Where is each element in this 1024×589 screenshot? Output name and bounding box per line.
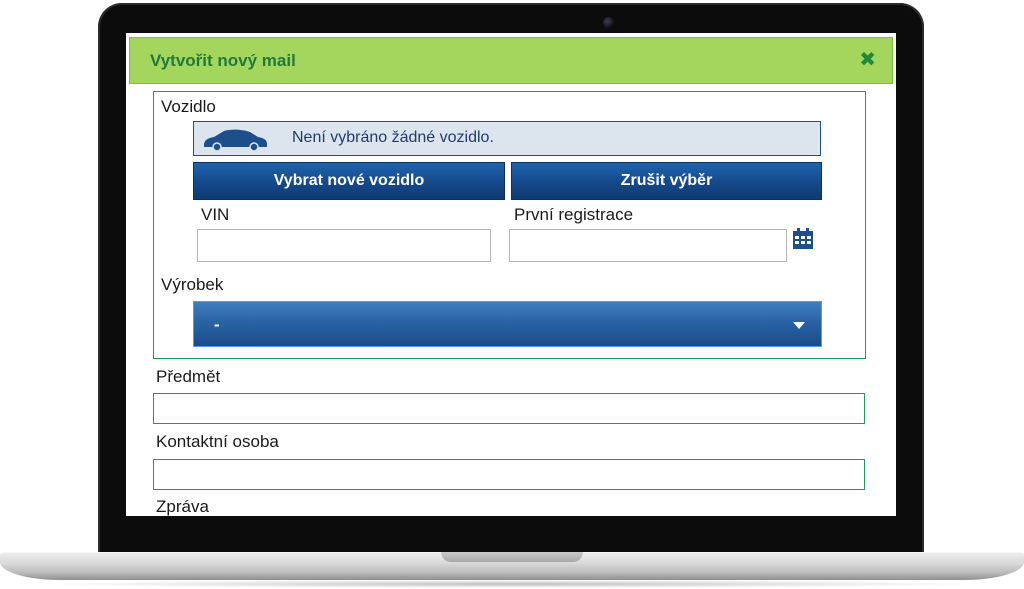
contact-person-label: Kontaktní osoba [156,432,279,451]
dialog-title: Vytvořit nový mail [150,51,296,70]
contact-person-input[interactable] [153,459,865,490]
close-icon[interactable]: ✖ [859,50,876,70]
product-selected-value: - [214,315,220,334]
select-new-vehicle-button[interactable]: Vybrat nové vozidlo [193,162,505,200]
dialog-header: Vytvořit nový mail ✖ [129,37,893,84]
vehicle-status-box: Není vybráno žádné vozidlo. [193,121,821,156]
first-registration-input[interactable] [509,229,787,262]
subject-input[interactable] [153,393,865,424]
chevron-down-icon [793,322,805,329]
first-registration-label: První registrace [514,205,634,224]
screen: Vytvořit nový mail ✖ Vozidlo Není vybrán… [126,33,896,516]
subject-label: Předmět [156,367,221,386]
laptop-shadow [40,580,984,588]
vehicle-status-text: Není vybráno žádné vozidlo. [292,129,494,146]
product-select[interactable]: - [193,301,822,347]
laptop-notch [441,552,583,562]
vin-input[interactable] [197,229,491,262]
vin-label: VIN [201,205,230,224]
product-label: Výrobek [161,275,224,294]
cancel-selection-button[interactable]: Zrušit výběr [511,162,822,200]
message-label: Zpráva [156,497,209,516]
car-icon [204,129,267,152]
vehicle-section-label: Vozidlo [161,97,216,116]
camera-icon [603,17,614,28]
vehicle-section: Vozidlo Není vybráno žádné vozidlo. Vybr… [153,91,866,359]
calendar-icon[interactable] [791,227,815,251]
